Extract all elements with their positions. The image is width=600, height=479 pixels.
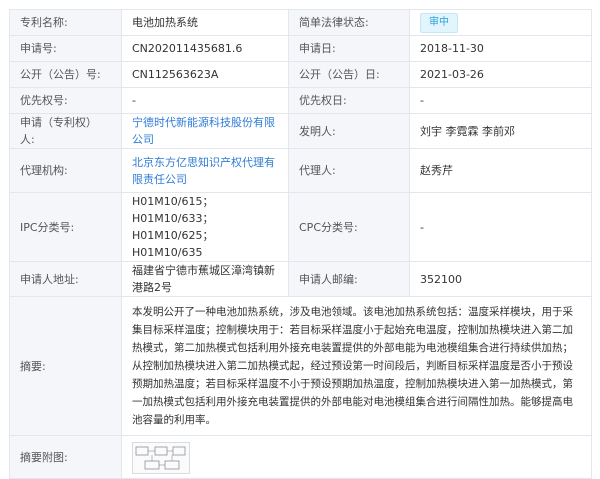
table-row: 申请人地址: 福建省宁德市蕉城区漳湾镇新港路2号 申请人邮编: 352100 (9, 261, 592, 297)
applicant-link[interactable]: 宁德时代新能源科技股份有限公司 (132, 116, 275, 146)
circuit-diagram-icon (135, 446, 186, 470)
application-date-value: 2018-11-30 (409, 35, 592, 62)
cpc-value: - (409, 192, 592, 262)
abstract-figure-thumbnail[interactable] (132, 442, 190, 474)
abstract-label: 摘要: (9, 296, 122, 436)
patent-info-table: 专利名称: 电池加热系统 简单法律状态: 审中 申请号: CN202011435… (9, 9, 592, 479)
table-row: 代理机构: 北京东方亿思知识产权代理有限责任公司 代理人: 赵秀芹 (9, 148, 592, 193)
priority-number-value: - (121, 87, 289, 114)
publication-number-label: 公开（公告）号: (9, 61, 122, 88)
cpc-label: CPC分类号: (288, 192, 410, 262)
publication-date-label: 公开（公告）日: (288, 61, 410, 88)
priority-date-label: 优先权日: (288, 87, 410, 114)
table-row: 专利名称: 电池加热系统 简单法律状态: 审中 (9, 9, 592, 36)
application-number-value: CN202011435681.6 (121, 35, 289, 62)
address-label: 申请人地址: (9, 261, 122, 297)
priority-number-label: 优先权号: (9, 87, 122, 114)
ipc-label: IPC分类号: (9, 192, 122, 262)
patent-name-value: 电池加热系统 (121, 9, 289, 36)
publication-date-value: 2021-03-26 (409, 61, 592, 88)
patent-name-label: 专利名称: (9, 9, 122, 36)
application-number-label: 申请号: (9, 35, 122, 62)
table-row: IPC分类号: H01M10/615； H01M10/633； H01M10/6… (9, 192, 592, 262)
applicant-label: 申请（专利权）人: (9, 113, 122, 149)
status-badge: 审中 (420, 12, 458, 33)
ipc-value: H01M10/615； H01M10/633； H01M10/625； H01M… (121, 192, 289, 262)
application-date-label: 申请日: (288, 35, 410, 62)
abstract-text: 本发明公开了一种电池加热系统，涉及电池领域。该电池加热系统包括：温度采样模块，用… (121, 296, 592, 436)
table-row: 申请（专利权）人: 宁德时代新能源科技股份有限公司 发明人: 刘宇 李霓霖 李前… (9, 113, 592, 149)
agent-label: 代理人: (288, 148, 410, 193)
postcode-label: 申请人邮编: (288, 261, 410, 297)
agency-link[interactable]: 北京东方亿思知识产权代理有限责任公司 (132, 156, 275, 186)
address-value: 福建省宁德市蕉城区漳湾镇新港路2号 (121, 261, 289, 297)
inventor-value: 刘宇 李霓霖 李前邓 (409, 113, 592, 149)
table-row: 优先权号: - 优先权日: - (9, 87, 592, 114)
inventor-label: 发明人: (288, 113, 410, 149)
patent-detail: 专利名称: 电池加热系统 简单法律状态: 审中 申请号: CN202011435… (0, 0, 600, 479)
legal-status-label: 简单法律状态: (288, 9, 410, 36)
agent-value: 赵秀芹 (409, 148, 592, 193)
postcode-value: 352100 (409, 261, 592, 297)
priority-date-value: - (409, 87, 592, 114)
publication-number-value: CN112563623A (121, 61, 289, 88)
figure-label: 摘要附图: (9, 435, 122, 479)
table-row: 公开（公告）号: CN112563623A 公开（公告）日: 2021-03-2… (9, 61, 592, 88)
table-row: 申请号: CN202011435681.6 申请日: 2018-11-30 (9, 35, 592, 62)
table-row: 摘要: 本发明公开了一种电池加热系统，涉及电池领域。该电池加热系统包括：温度采样… (9, 296, 592, 436)
table-row: 摘要附图: (9, 435, 592, 479)
agency-label: 代理机构: (9, 148, 122, 193)
